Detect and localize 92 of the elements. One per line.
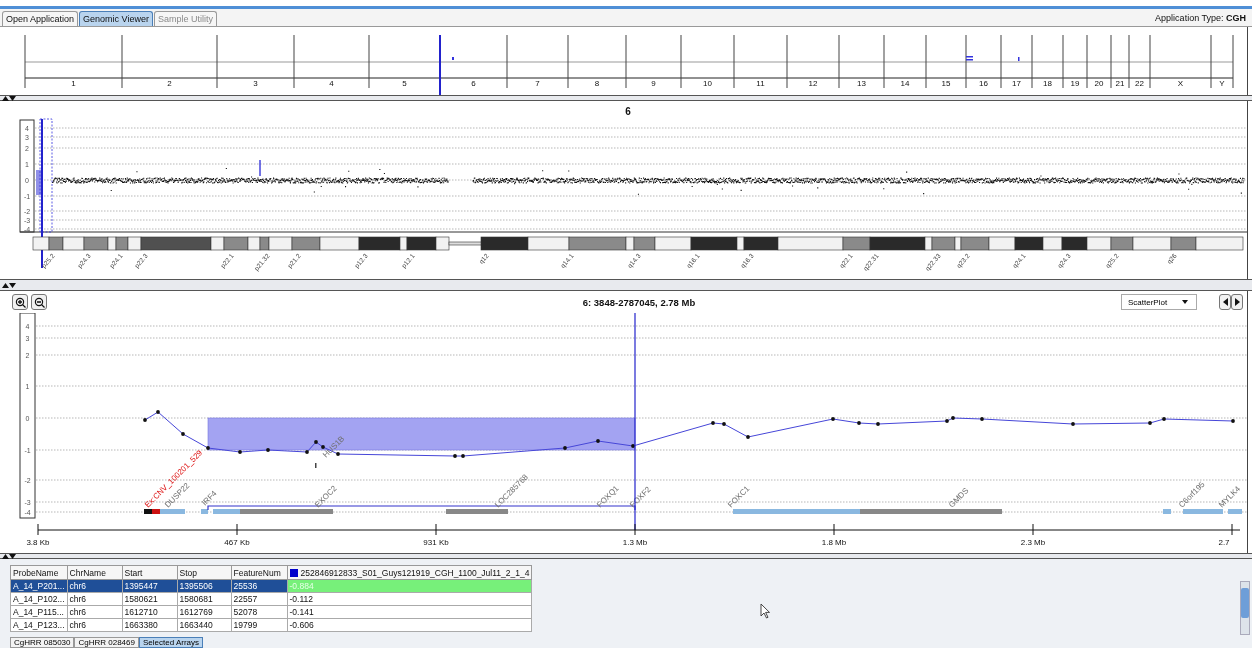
x-axis-label: 2.7: [1218, 538, 1230, 547]
table-cell: A_14_P102...: [10, 592, 67, 606]
collapse-arrows-icon: [2, 282, 16, 288]
low-ratio-highlight: [36, 170, 43, 195]
chromosome-label: 4: [329, 79, 334, 88]
column-header[interactable]: Stop: [177, 565, 231, 580]
x-axis-label: 1.8 Mb: [821, 538, 847, 547]
table-cell: -0.606: [287, 618, 532, 632]
zoom-in-button[interactable]: [12, 294, 28, 310]
chromosome-label: 22: [1135, 79, 1144, 88]
chromosome-label: 13: [857, 79, 866, 88]
table-cell: chr6: [67, 592, 122, 606]
chromosome-label: 19: [1070, 79, 1080, 88]
chromosome-label: 20: [1094, 79, 1104, 88]
tab[interactable]: Genomic Viewer: [79, 11, 153, 26]
aberration-mark: [1018, 57, 1020, 61]
x-axis-label: 2.3 Mb: [1020, 538, 1046, 547]
probe-mark: [315, 463, 317, 468]
chromosome-label: 2: [167, 79, 172, 88]
next-button[interactable]: [1231, 294, 1243, 310]
table-cell: 1612769: [177, 605, 231, 619]
table-cell: A_14_P115...: [10, 605, 67, 619]
collapse-arrows-icon: [2, 553, 16, 559]
table-row[interactable]: A_14_P123... chr6 1663380 1663440 19799 -0.606: [10, 618, 532, 632]
chromosome-label: 12: [808, 79, 818, 88]
scrollbar-thumb[interactable]: [1241, 588, 1249, 618]
chromosome-label: 17: [1012, 79, 1021, 88]
next-icon: [1234, 298, 1240, 306]
table-cell: 1580681: [177, 592, 231, 606]
chromosome-title: 6: [625, 106, 631, 117]
table-cell: 25536: [231, 579, 287, 593]
tab[interactable]: Selected Arrays: [138, 637, 203, 648]
caret-icon: [1182, 300, 1188, 304]
zoom-in-icon: [14, 296, 26, 308]
x-axis-label: 467 Kb: [224, 538, 250, 547]
column-header[interactable]: FeatureNum: [231, 565, 287, 580]
table-cell: 1612710: [122, 605, 177, 619]
table-row[interactable]: A_14_P115... chr6 1612710 1612769 52078 -0.141: [10, 605, 532, 619]
x-axis-label: 1.3 Mb: [622, 538, 648, 547]
scrollbar[interactable]: [1240, 581, 1250, 635]
table-cell: -0.112: [287, 592, 532, 606]
chromosome-label: 10: [703, 79, 712, 88]
table-cell: chr6: [67, 605, 122, 619]
collapse-arrows-icon: [2, 95, 16, 101]
chromosome-label: 18: [1043, 79, 1052, 88]
column-header[interactable]: ChrName: [67, 565, 122, 580]
chromosome-label: 5: [402, 79, 407, 88]
previous-icon: [1222, 298, 1228, 306]
table-cell: 1395506: [177, 579, 231, 593]
chromosome-label: 15: [941, 79, 951, 88]
chromosome-label: 7: [535, 79, 540, 88]
column-header[interactable]: Start: [122, 565, 177, 580]
chromosome-label: 14: [900, 79, 910, 88]
tab[interactable]: CgHRR 085030: [10, 637, 75, 648]
table-row[interactable]: A_14_P102... chr6 1580621 1580681 22557 -0.112: [10, 592, 532, 606]
x-axis-label: 931 Kb: [423, 538, 449, 547]
chromosome-label: Y: [1219, 79, 1225, 88]
previous-button[interactable]: [1219, 294, 1231, 310]
table-cell: 1395447: [122, 579, 177, 593]
region-title: 6: 3848-2787045, 2.78 Mb: [582, 296, 696, 308]
mouse-pointer-icon: [760, 603, 770, 619]
chromosome-label: 8: [594, 79, 600, 88]
tab[interactable]: Open Application: [2, 11, 79, 26]
tab[interactable]: CgHRR 028469: [74, 637, 139, 648]
table-cell: 22557: [231, 592, 287, 606]
x-axis-label: 3.8 Kb: [26, 538, 50, 547]
zoom-out-button[interactable]: [31, 294, 47, 310]
chromosome-label: X: [1177, 79, 1184, 88]
zoom-out-icon: [33, 296, 45, 308]
table-cell: A_14_P201...: [10, 579, 67, 593]
chromosome-label: 21: [1115, 79, 1125, 88]
aberration-mark: [259, 159, 261, 177]
chromosome-label: 6: [471, 79, 476, 88]
table-cell: 52078: [231, 605, 287, 619]
table-cell: 1663380: [122, 618, 177, 632]
application-type-label: Application Type: CGH: [1155, 12, 1246, 23]
column-header[interactable]: ProbeName: [10, 565, 67, 580]
plot-type-dropdown[interactable]: ScatterPlot: [1121, 294, 1197, 310]
chromosome-label: 9: [651, 79, 656, 88]
aberration-mark: [452, 57, 454, 60]
table-cell: chr6: [67, 618, 122, 632]
table-cell: 1663440: [177, 618, 231, 632]
table-cell: 19799: [231, 618, 287, 632]
table-cell: 1580621: [122, 592, 177, 606]
chromosome-label: 3: [253, 79, 258, 88]
table-cell: chr6: [67, 579, 122, 593]
table-cell: A_14_P123...: [10, 618, 67, 632]
chromosome-label: 11: [756, 79, 765, 88]
column-header: 252846912833_S01_Guys121919_CGH_1100_Jul11_2_1_4: [300, 567, 530, 578]
chromosome-label: 1: [71, 79, 76, 88]
chromosome-label: 16: [979, 79, 988, 88]
table-cell: -0.141: [287, 605, 532, 619]
